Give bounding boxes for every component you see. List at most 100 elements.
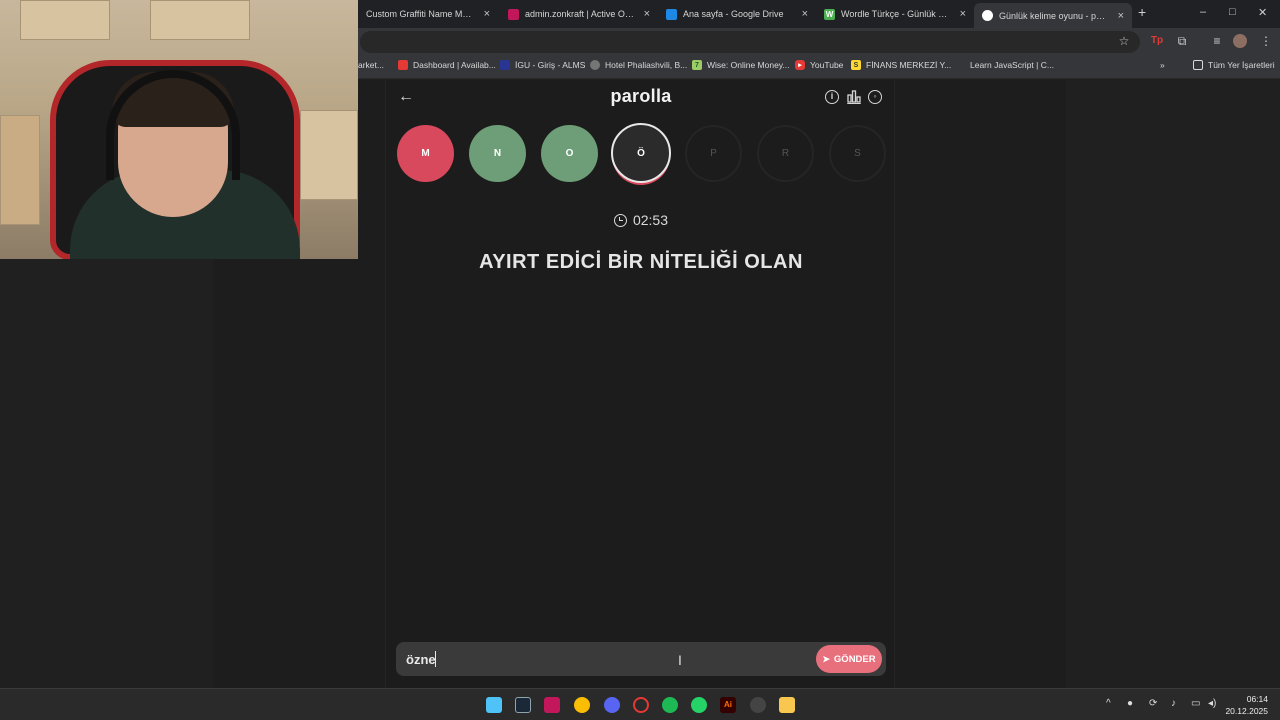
answer-input[interactable] [406,650,796,668]
browser-tab-active[interactable]: Günlük kelime oyunu - parolla × [974,3,1132,28]
new-tab-button[interactable]: + [1138,4,1146,20]
wise-icon: 7 [692,60,702,70]
menu-icon[interactable]: ⋮ [1259,34,1273,48]
clock-icon [613,214,627,227]
folder-icon [1193,60,1203,70]
right-gutter [895,80,1066,688]
letter-wheel: M N O Ö P R S [396,123,896,184]
tab-close-icon[interactable]: × [802,8,808,20]
bookmark-label: Tüm Yer İşaretleri [1208,60,1275,70]
bookmark-label: YouTube [810,60,844,70]
bookmarks-overflow-icon[interactable]: » [1160,60,1165,70]
browser-tab[interactable]: admin.zonkraft | Active Orders × [500,3,658,25]
send-label: GÖNDER [833,653,876,665]
illustrator-icon[interactable]: Ai [720,697,736,713]
bookmark-favicon [955,60,965,70]
timer-value: 02:53 [632,212,669,228]
address-bar[interactable] [360,31,1140,53]
chrome-icon[interactable] [574,697,590,713]
timer: 02:53 [386,212,896,228]
volume-icon[interactable]: ◂) [1208,698,1216,709]
wordle-icon: W [824,8,835,20]
extensions-puzzle-icon[interactable]: ⧉ [1175,34,1189,48]
youtube-icon: ▸ [795,60,805,70]
kitchen-cabinet [300,110,358,200]
app-icon[interactable] [750,697,766,713]
parolla-icon [982,10,993,21]
browser-tab[interactable]: Custom Graffiti Name Metal Si × [358,3,498,25]
discord-icon[interactable] [604,697,620,713]
tab-favicon [508,8,519,20]
tray-app-icon[interactable]: ● [1127,698,1133,709]
finans-icon: S [851,60,861,70]
bookmark-item[interactable]: S FİNANS MERKEZİ Y... [851,60,951,70]
bookmark-favicon [398,60,408,70]
tab-title: Custom Graffiti Name Metal Si [366,9,476,19]
tab-title: Ana sayfa - Google Drive [683,9,784,19]
letter-circle-n: N [469,125,526,182]
browser-tab[interactable]: W Wordle Türkçe - Günlük Kelime × [816,3,974,25]
tray-overflow-icon[interactable]: ^ [1106,698,1111,709]
network-icon[interactable]: ▭ [1191,698,1200,709]
microphone-icon[interactable]: ♪ [1171,698,1176,709]
send-arrow-icon: ➤ [822,653,830,664]
steam-icon[interactable] [515,697,531,713]
tab-close-icon[interactable]: × [484,8,490,20]
kitchen-cabinet [0,115,40,225]
tab-title: Wordle Türkçe - Günlük Kelime [841,9,952,19]
tab-title: admin.zonkraft | Active Orders [525,9,636,19]
bookmark-item[interactable]: ▸ YouTube [795,60,843,70]
whatsapp-icon[interactable] [691,697,707,713]
info-icon[interactable]: i [825,90,839,104]
bookmark-star-icon[interactable]: ☆ [1117,34,1131,48]
bookmark-item[interactable]: arket... [358,60,384,70]
bookmark-label: Hotel Phaliashvili, B... [605,60,688,70]
clock-time: 06:14 [1246,694,1268,704]
bookmark-item[interactable]: 7 Wise: Online Money... [692,60,790,70]
letter-circle-p: P [685,125,742,182]
app-icon[interactable] [544,697,560,713]
answer-bar: I ➤ GÖNDER [396,642,886,676]
spotify-icon[interactable] [662,697,678,713]
bookmark-label: Wise: Online Money... [707,60,790,70]
clock-date: 20.12.2025 [1225,706,1268,716]
bookmark-label: İGU - Giriş - ALMS [515,60,586,70]
game-header: ← parolla i ◦ [386,80,896,116]
tab-close-icon[interactable]: × [960,8,966,20]
bookmark-label: Learn JavaScript | C... [970,60,1054,70]
bookmark-label: arket... [358,60,384,70]
bookmark-label: Dashboard | Availab... [413,60,496,70]
media-control-icon[interactable]: ≡ [1210,34,1224,48]
all-bookmarks-item[interactable]: Tüm Yer İşaretleri [1193,60,1275,70]
bookmark-item[interactable]: Dashboard | Availab... [398,60,496,70]
file-explorer-icon[interactable] [779,697,795,713]
kitchen-cabinet [20,0,110,40]
system-clock[interactable]: 06:14 20.12.2025 [1225,693,1268,717]
bookmark-favicon [500,60,510,70]
extension-icon[interactable]: Tp [1150,34,1164,48]
opera-icon[interactable] [633,697,649,713]
letter-circle-r: R [757,125,814,182]
windows-start-icon[interactable] [486,697,502,713]
tab-title: Günlük kelime oyunu - parolla [999,10,1110,21]
close-window-icon[interactable]: ✕ [1258,6,1267,19]
sync-icon[interactable]: ⟳ [1149,698,1157,709]
bookmark-label: FİNANS MERKEZİ Y... [866,60,952,70]
tab-close-icon[interactable]: × [1118,10,1124,22]
letter-circle-o: O [541,125,598,182]
tab-close-icon[interactable]: × [644,8,650,20]
stats-icon[interactable] [847,90,861,104]
clue-text: AYIRT EDİCİ BİR NİTELİĞİ OLAN [479,251,803,273]
browser-tab[interactable]: Ana sayfa - Google Drive × [658,3,816,25]
bookmark-item[interactable]: Hotel Phaliashvili, B... [590,60,687,70]
maximize-icon[interactable]: □ [1229,6,1236,18]
bookmark-item[interactable]: Learn JavaScript | C... [955,60,1054,70]
minimize-icon[interactable]: – [1200,6,1206,18]
profile-avatar[interactable] [1233,34,1247,48]
send-button[interactable]: ➤ GÖNDER [816,645,882,673]
user-profile-icon[interactable]: ◦ [868,90,882,104]
webcam-overlay [0,0,358,259]
game-logo: parolla [610,86,672,106]
text-caret [435,651,436,667]
bookmark-item[interactable]: İGU - Giriş - ALMS [500,60,585,70]
